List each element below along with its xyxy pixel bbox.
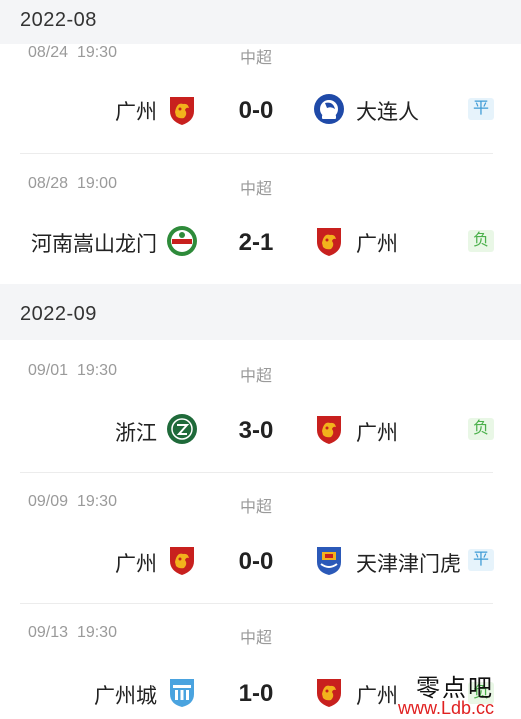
dalian-crest-icon: [314, 94, 344, 124]
watermark-url: www.Ldb.cc: [398, 698, 495, 718]
match-datetime: 09/01 19:30: [28, 362, 117, 379]
tianjin-crest-icon: [317, 547, 341, 575]
competition-label: 中超: [240, 181, 273, 198]
guangzhou-crest-icon: [170, 547, 194, 575]
home-team-name: 浙江: [115, 422, 157, 445]
match-score: 0-0: [238, 97, 274, 124]
competition-label: 中超: [240, 630, 273, 647]
match-datetime: 09/13 19:30: [28, 624, 117, 641]
match-row[interactable]: 08/24 19:30 中超 广州 0-0 大连人 平: [0, 44, 521, 154]
match-score: 0-0: [238, 548, 274, 575]
zhejiang-crest-icon: [167, 414, 197, 444]
home-team-name: 广州: [115, 101, 157, 124]
month-label: 2022-09: [20, 303, 97, 325]
guangzhou-crest-icon: [317, 228, 341, 256]
month-header: 2022-08: [0, 0, 521, 44]
away-team-name: 广州: [356, 685, 398, 708]
guangzhou-crest-icon: [170, 97, 194, 125]
match-row[interactable]: 09/09 19:30 中超 广州 0-0 天津津门虎 平: [0, 473, 521, 603]
away-team-name: 广州: [356, 233, 398, 256]
month-header: 2022-09: [0, 284, 521, 340]
result-badge: 平: [468, 549, 494, 571]
match-datetime: 08/28 19:00: [28, 175, 117, 192]
home-team-name: 河南嵩山龙门: [31, 233, 157, 256]
competition-label: 中超: [240, 50, 273, 67]
match-score: 1-0: [238, 680, 274, 707]
away-team-name: 天津津门虎: [356, 553, 461, 576]
match-datetime: 08/24 19:30: [28, 44, 117, 61]
home-team-name: 广州城: [94, 685, 157, 708]
away-team-name: 广州: [356, 422, 398, 445]
match-row[interactable]: 09/01 19:30 中超 浙江 3-0 广州 负: [0, 340, 521, 472]
result-badge: 负: [468, 230, 494, 252]
match-datetime: 09/09 19:30: [28, 493, 117, 510]
away-team-name: 大连人: [356, 101, 419, 124]
competition-label: 中超: [240, 499, 273, 516]
guangzhou-crest-icon: [317, 679, 341, 707]
competition-label: 中超: [240, 368, 273, 385]
guangzhou-city-crest-icon: [170, 679, 194, 707]
result-badge: 平: [468, 98, 494, 120]
henan-crest-icon: [167, 226, 197, 256]
match-score: 2-1: [238, 229, 274, 256]
guangzhou-crest-icon: [317, 416, 341, 444]
result-badge: 负: [468, 418, 494, 440]
match-score: 3-0: [238, 417, 274, 444]
match-row[interactable]: 08/28 19:00 中超 河南嵩山龙门 2-1 广州 负: [0, 154, 521, 284]
month-label: 2022-08: [20, 9, 97, 31]
home-team-name: 广州: [115, 553, 157, 576]
